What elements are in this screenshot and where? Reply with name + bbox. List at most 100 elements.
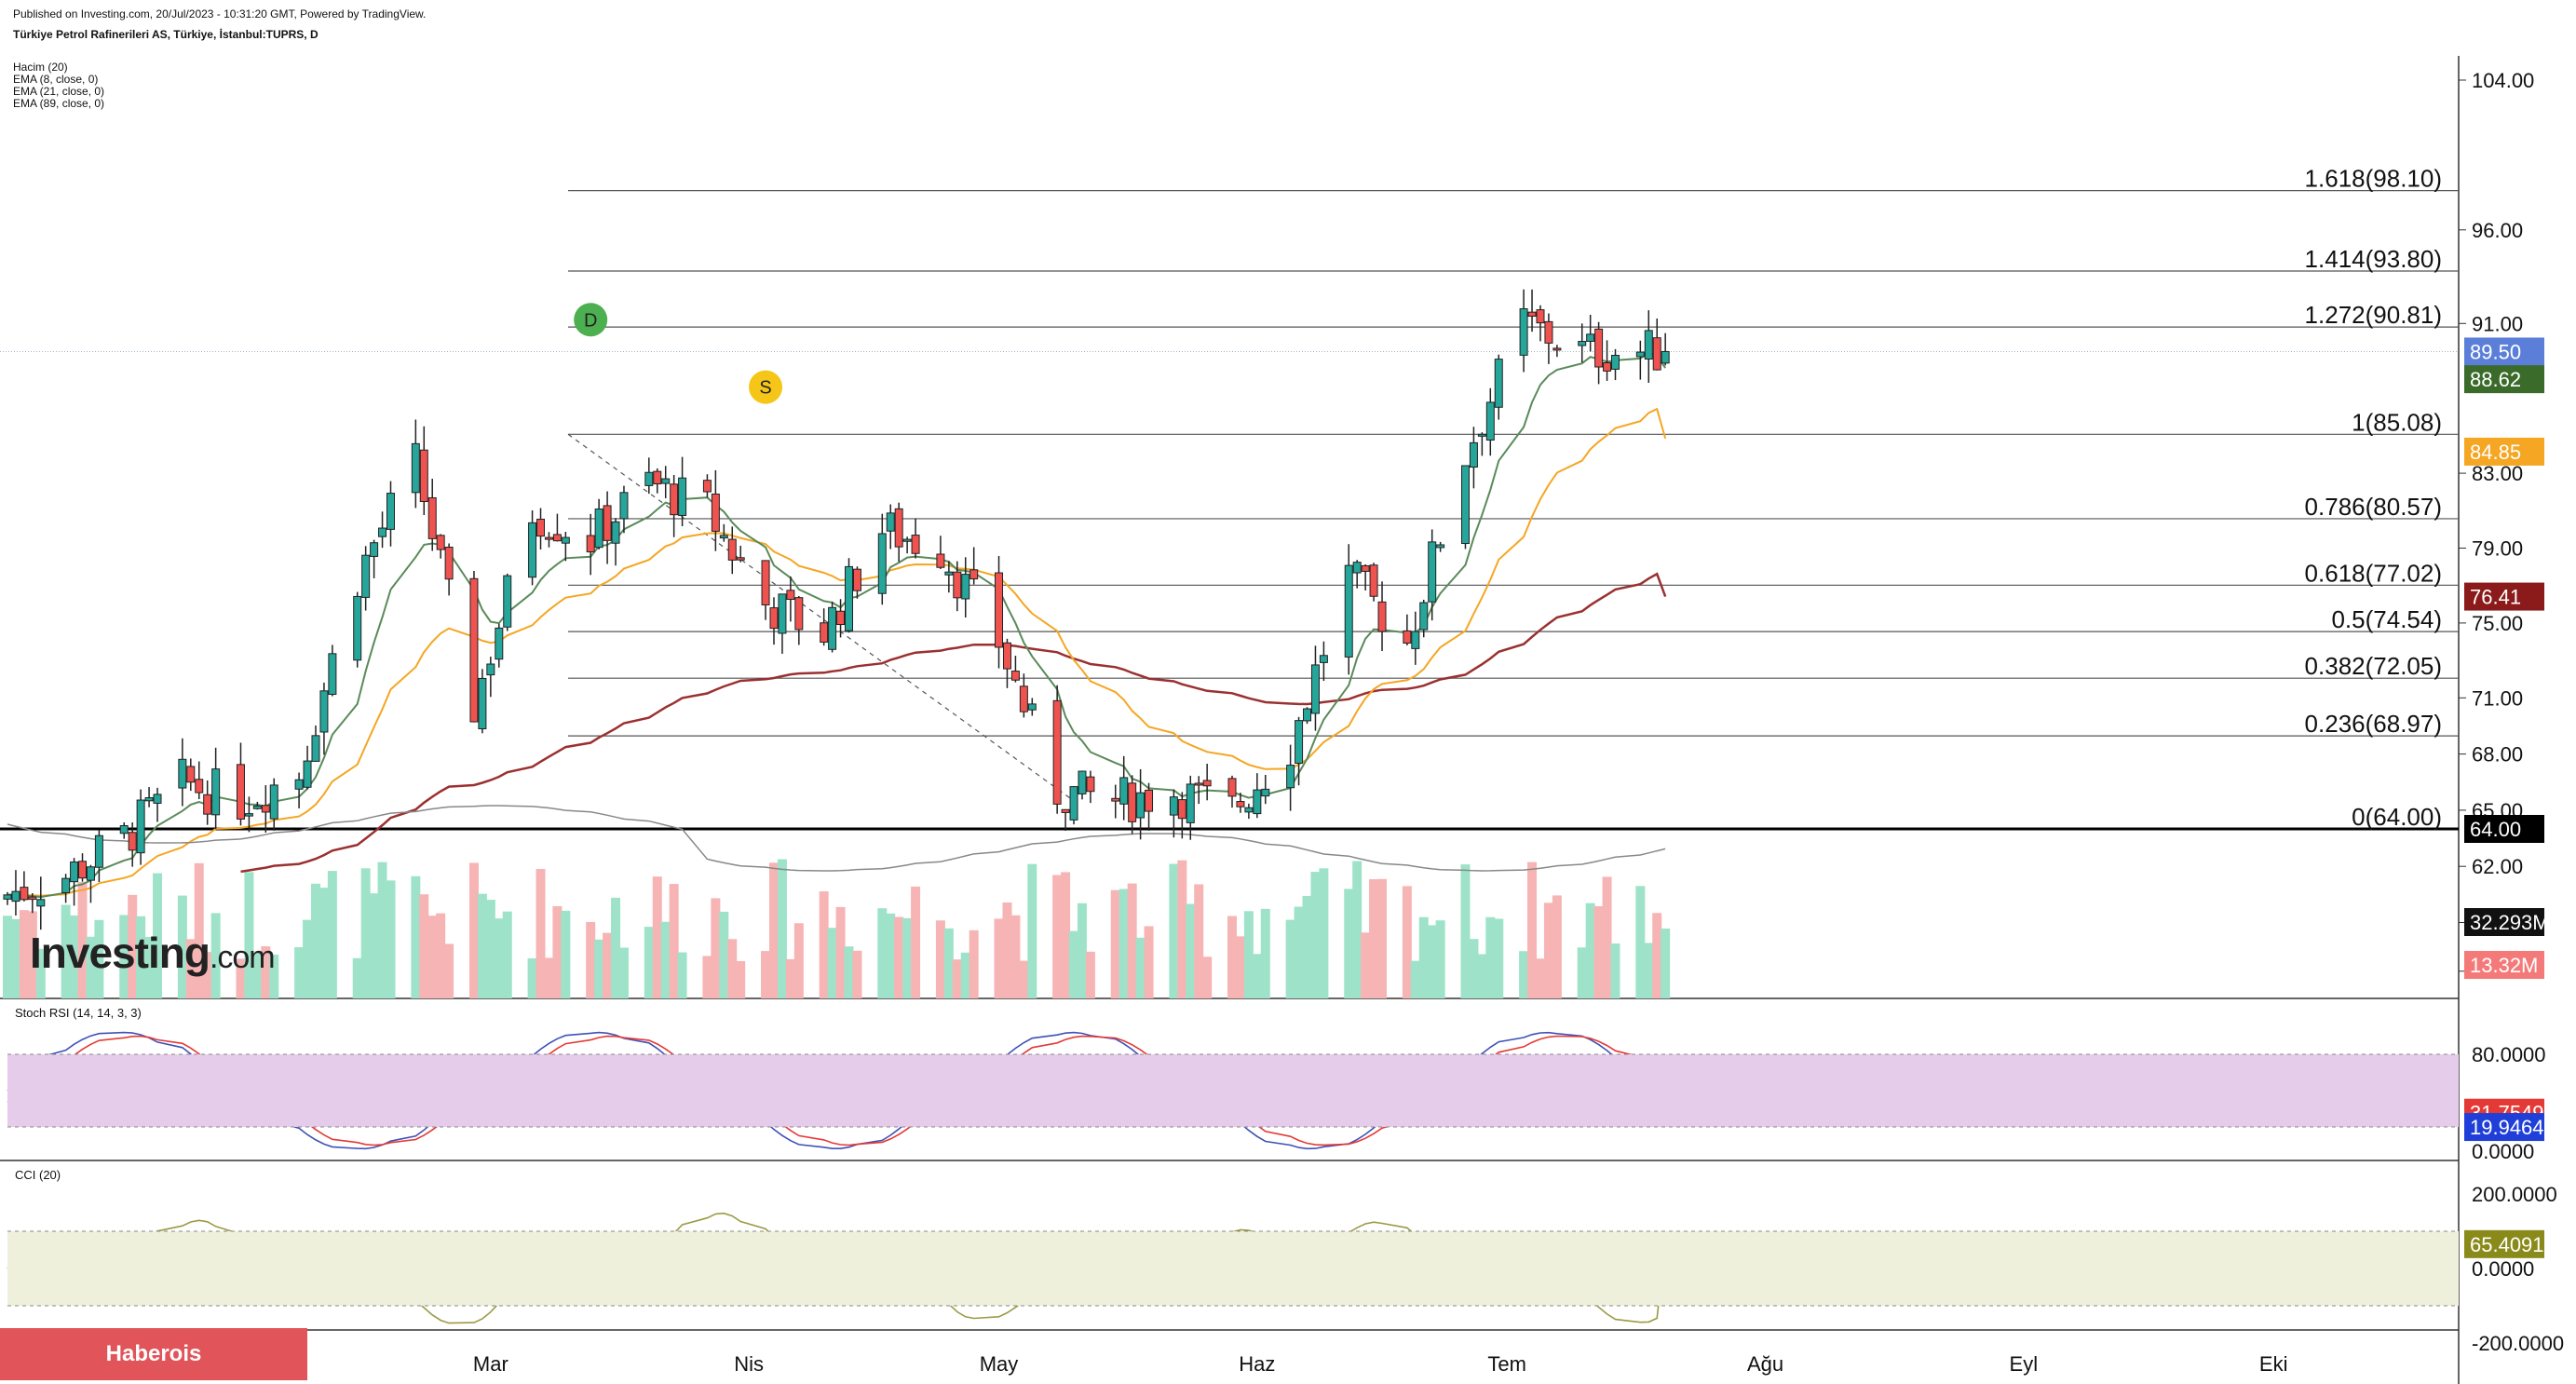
candle-body	[969, 569, 979, 580]
signal-marker-label: D	[584, 310, 597, 331]
candle-body	[1010, 671, 1020, 681]
volume-bar	[1593, 906, 1604, 998]
candle-body	[644, 471, 654, 486]
candle-body	[820, 622, 829, 643]
candle-body	[495, 627, 504, 660]
candle-body	[1236, 801, 1245, 807]
x-tick-label: Mar	[473, 1352, 508, 1376]
candle-body	[178, 758, 187, 789]
volume-bar	[10, 918, 20, 998]
candle-body	[1002, 642, 1011, 670]
candle-body	[536, 518, 546, 537]
volume-bar	[1169, 863, 1179, 998]
haberois-badge: Haberois	[0, 1328, 307, 1380]
volume-bar	[886, 913, 896, 998]
candle-body	[1586, 333, 1595, 342]
candle-body	[603, 505, 612, 541]
y-tick-label: 68.00	[2472, 743, 2523, 767]
candle-body	[1403, 630, 1412, 644]
candle-body	[670, 483, 679, 516]
volume-bar	[485, 900, 495, 998]
volume-bar	[360, 868, 371, 998]
volume-bar	[894, 916, 904, 998]
candle-body	[1202, 780, 1212, 787]
candle-body	[1635, 351, 1645, 358]
volume-bar	[702, 956, 712, 998]
volume-bar	[902, 917, 913, 998]
volume-bar	[1494, 918, 1504, 998]
logo-suffix: .com	[209, 940, 276, 975]
candle-body	[1460, 465, 1470, 544]
volume-bar	[1344, 889, 1354, 998]
volume-bar	[303, 919, 313, 998]
volume-bar	[1610, 943, 1620, 998]
candle-body	[411, 442, 420, 494]
volume-bar	[1294, 906, 1304, 998]
fib-level-label: 0.5(74.54)	[2331, 605, 2442, 633]
stochrsi-badge-label: 19.9464	[2470, 1116, 2544, 1139]
candle-body	[386, 493, 395, 530]
candle-body	[736, 557, 745, 561]
candle-body	[1419, 602, 1429, 631]
x-tick-label: Eyl	[2010, 1352, 2039, 1376]
volume-bar	[1635, 886, 1646, 998]
candle-body	[561, 536, 570, 544]
volume-bar	[561, 910, 571, 998]
volume-bar	[652, 876, 662, 998]
candle-body	[1552, 347, 1562, 351]
candle-body	[778, 593, 787, 634]
volume-bar	[943, 928, 954, 998]
candle-body	[1303, 708, 1312, 722]
volume-bar	[1543, 902, 1553, 998]
volume-bar	[1477, 954, 1487, 998]
y-tick-label: 62.00	[2472, 855, 2523, 878]
volume-bar	[1135, 937, 1146, 998]
volume-bar	[1177, 860, 1187, 998]
volume-bar	[1519, 951, 1529, 998]
volume-bar	[1052, 875, 1063, 998]
candle-body	[319, 690, 329, 733]
stochrsi-band	[7, 1054, 2459, 1127]
volume-bar	[1027, 863, 1037, 998]
candle-body	[1227, 778, 1237, 797]
candle-body	[1544, 320, 1553, 344]
volume-bar	[294, 946, 305, 998]
volume-bar	[468, 862, 479, 998]
candle-body	[702, 480, 712, 493]
volume-bar	[1460, 864, 1471, 998]
volume-bar	[877, 908, 888, 998]
volume-bar	[3, 916, 12, 998]
candle-body	[1469, 441, 1478, 468]
candle-body	[1019, 685, 1028, 712]
volume-bar	[1377, 878, 1388, 998]
fib-level-label: 1.618(98.10)	[2305, 165, 2442, 193]
volume-bar	[1485, 916, 1496, 998]
volume-bar	[1194, 884, 1204, 998]
volume-bar	[994, 918, 1004, 998]
candle-body	[845, 565, 854, 631]
candle-body	[294, 779, 304, 790]
volume-bar	[1019, 960, 1029, 998]
volume-bar	[1352, 861, 1363, 998]
candle-body	[153, 794, 162, 804]
candle-body	[353, 595, 362, 661]
candle-body	[953, 571, 962, 599]
candle-body	[594, 509, 603, 549]
candle-body	[1644, 330, 1653, 360]
candle-body	[1069, 786, 1078, 821]
candle-body	[328, 653, 337, 696]
candle-body	[1527, 311, 1537, 318]
candle-body	[1603, 362, 1612, 372]
volume-bar	[844, 946, 854, 998]
x-tick-label: May	[980, 1352, 1019, 1376]
volume-badge-label: 32.293M	[2470, 911, 2550, 934]
candle-body	[86, 866, 95, 881]
y-tick-label: 96.00	[2472, 219, 2523, 242]
candle-body	[794, 597, 804, 631]
volume-bar	[319, 888, 329, 998]
candle-body	[1436, 544, 1445, 549]
volume-bar	[536, 868, 546, 998]
volume-bar	[352, 957, 362, 998]
candle-body	[119, 825, 129, 834]
volume-bar	[1202, 957, 1213, 998]
